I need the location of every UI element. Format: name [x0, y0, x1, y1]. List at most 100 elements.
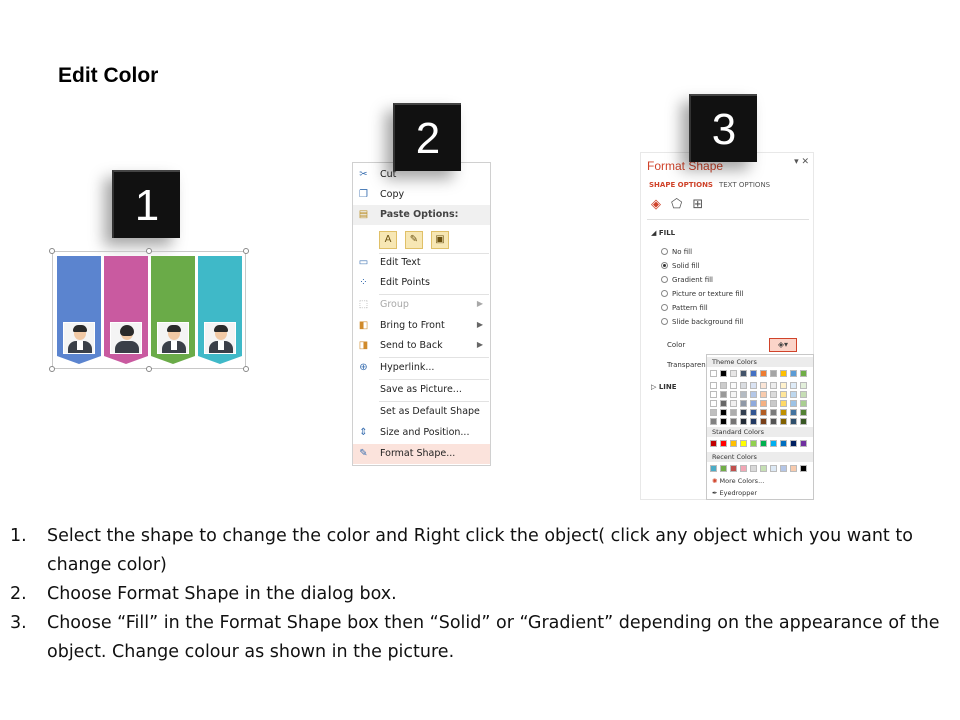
- paste-option-picture-icon[interactable]: ▣: [431, 231, 449, 249]
- radio-gradient-fill[interactable]: Gradient fill: [661, 276, 713, 284]
- menu-item-bring-to-front[interactable]: ◧ Bring to Front ▶: [353, 316, 490, 336]
- color-swatch[interactable]: [720, 465, 727, 472]
- color-swatch[interactable]: [720, 440, 727, 447]
- color-swatch[interactable]: [720, 382, 727, 389]
- color-swatch[interactable]: [770, 382, 777, 389]
- color-swatch[interactable]: [740, 440, 747, 447]
- fill-line-icon[interactable]: ◈: [651, 197, 661, 212]
- color-swatch[interactable]: [770, 465, 777, 472]
- banner-teal[interactable]: [198, 256, 242, 364]
- color-swatch[interactable]: [770, 400, 777, 407]
- color-swatch[interactable]: [750, 370, 757, 377]
- tab-shape-options[interactable]: SHAPE OPTIONS: [649, 181, 713, 189]
- color-picker-button[interactable]: ◈▾: [769, 338, 797, 352]
- color-swatch[interactable]: [790, 400, 797, 407]
- color-swatch[interactable]: [760, 440, 767, 447]
- color-swatch[interactable]: [760, 400, 767, 407]
- color-swatch[interactable]: [770, 391, 777, 398]
- menu-item-send-to-back[interactable]: ◨ Send to Back ▶: [353, 336, 490, 356]
- line-section-header[interactable]: ▷ LINE: [651, 383, 677, 391]
- radio-pattern-fill[interactable]: Pattern fill: [661, 304, 708, 312]
- color-swatch[interactable]: [740, 400, 747, 407]
- color-swatch[interactable]: [800, 418, 807, 425]
- color-swatch[interactable]: [790, 409, 797, 416]
- color-swatch[interactable]: [720, 391, 727, 398]
- resize-handle[interactable]: [146, 248, 152, 254]
- resize-handle[interactable]: [49, 248, 55, 254]
- color-swatch[interactable]: [720, 400, 727, 407]
- color-swatch[interactable]: [710, 370, 717, 377]
- color-swatch[interactable]: [730, 382, 737, 389]
- menu-item-edit-points[interactable]: ⁘ Edit Points: [353, 273, 490, 293]
- color-swatch[interactable]: [720, 370, 727, 377]
- color-swatch[interactable]: [760, 418, 767, 425]
- color-swatch[interactable]: [790, 440, 797, 447]
- color-swatch[interactable]: [800, 382, 807, 389]
- color-swatch[interactable]: [780, 382, 787, 389]
- color-swatch[interactable]: [770, 418, 777, 425]
- paste-option-destination-icon[interactable]: ✎: [405, 231, 423, 249]
- color-swatch[interactable]: [730, 418, 737, 425]
- resize-handle[interactable]: [146, 366, 152, 372]
- resize-handle[interactable]: [49, 366, 55, 372]
- color-swatch[interactable]: [760, 382, 767, 389]
- pane-close-icon[interactable]: ▾ ✕: [794, 157, 809, 167]
- color-swatch[interactable]: [730, 465, 737, 472]
- effects-icon[interactable]: ⬠: [671, 197, 682, 212]
- size-properties-icon[interactable]: ⊞: [692, 197, 703, 212]
- color-swatch[interactable]: [800, 400, 807, 407]
- color-swatch[interactable]: [740, 370, 747, 377]
- color-swatch[interactable]: [750, 382, 757, 389]
- color-swatch[interactable]: [800, 440, 807, 447]
- color-swatch[interactable]: [720, 409, 727, 416]
- color-swatch[interactable]: [800, 409, 807, 416]
- color-swatch[interactable]: [710, 465, 717, 472]
- color-swatch[interactable]: [730, 400, 737, 407]
- banner-green[interactable]: [151, 256, 195, 364]
- color-swatch[interactable]: [790, 382, 797, 389]
- color-swatch[interactable]: [790, 370, 797, 377]
- menu-item-edit-text[interactable]: ▭ Edit Text: [353, 253, 490, 273]
- color-swatch[interactable]: [730, 409, 737, 416]
- color-swatch[interactable]: [770, 370, 777, 377]
- color-swatch[interactable]: [780, 391, 787, 398]
- color-swatch[interactable]: [720, 418, 727, 425]
- color-swatch[interactable]: [750, 391, 757, 398]
- menu-item-format-shape[interactable]: ✎ Format Shape...: [353, 444, 490, 464]
- color-swatch[interactable]: [710, 409, 717, 416]
- color-swatch[interactable]: [760, 465, 767, 472]
- color-swatch[interactable]: [710, 382, 717, 389]
- color-swatch[interactable]: [710, 400, 717, 407]
- color-swatch[interactable]: [780, 409, 787, 416]
- color-swatch[interactable]: [750, 409, 757, 416]
- color-swatch[interactable]: [780, 370, 787, 377]
- eyedropper-link[interactable]: ✒ Eyedropper: [712, 489, 757, 497]
- color-swatch[interactable]: [780, 418, 787, 425]
- color-swatch[interactable]: [710, 418, 717, 425]
- menu-item-size-position[interactable]: ⇕ Size and Position...: [353, 423, 490, 443]
- color-swatch[interactable]: [710, 391, 717, 398]
- color-swatch[interactable]: [770, 409, 777, 416]
- paste-option-keep-format-icon[interactable]: A: [379, 231, 397, 249]
- color-swatch[interactable]: [780, 400, 787, 407]
- resize-handle[interactable]: [243, 366, 249, 372]
- color-swatch[interactable]: [800, 465, 807, 472]
- color-swatch[interactable]: [740, 418, 747, 425]
- menu-item-save-as-picture[interactable]: Save as Picture...: [353, 380, 490, 400]
- color-swatch[interactable]: [780, 465, 787, 472]
- color-swatch[interactable]: [790, 391, 797, 398]
- radio-solid-fill[interactable]: Solid fill: [661, 262, 700, 270]
- menu-item-set-default-shape[interactable]: Set as Default Shape: [353, 402, 490, 422]
- radio-slide-background-fill[interactable]: Slide background fill: [661, 318, 743, 326]
- color-swatch[interactable]: [750, 440, 757, 447]
- more-colors-link[interactable]: ✺ More Colors...: [712, 477, 764, 485]
- fill-section-header[interactable]: ◢ FILL: [651, 229, 675, 237]
- color-swatch[interactable]: [730, 391, 737, 398]
- color-swatch[interactable]: [790, 418, 797, 425]
- radio-no-fill[interactable]: No fill: [661, 248, 692, 256]
- banner-group[interactable]: [49, 248, 249, 372]
- menu-item-copy[interactable]: ❐ Copy: [353, 185, 490, 205]
- color-swatch[interactable]: [750, 465, 757, 472]
- banner-pink[interactable]: [104, 256, 148, 364]
- color-swatch[interactable]: [740, 465, 747, 472]
